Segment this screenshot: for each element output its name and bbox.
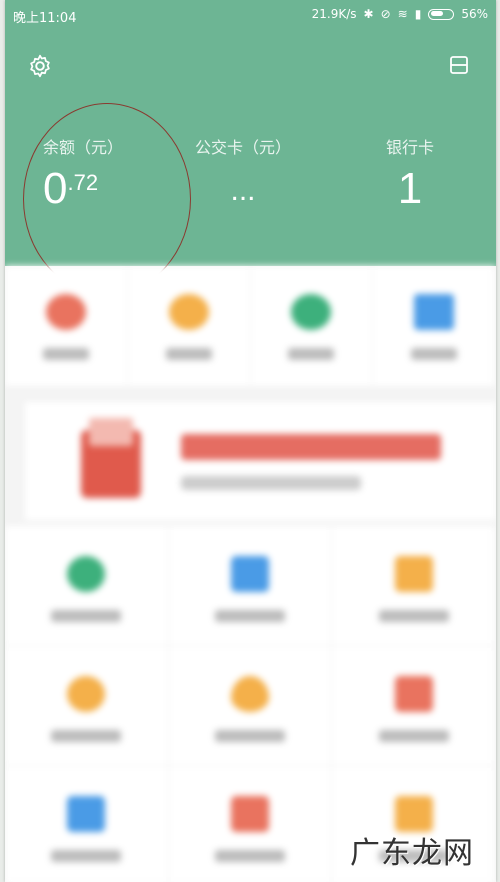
service-item-7[interactable]: [169, 766, 333, 882]
bus-card-value: ...: [230, 174, 256, 207]
service-label-blurred: [214, 730, 285, 742]
card-icon[interactable]: [448, 54, 470, 76]
blue-square-icon: [230, 556, 269, 592]
service-item-1[interactable]: [168, 526, 333, 646]
service-label-blurred: [214, 610, 285, 622]
red-square-icon: [394, 676, 433, 712]
service-label-blurred: [214, 850, 285, 862]
service-item-3[interactable]: [5, 646, 169, 766]
battery-percent: 56%: [461, 7, 488, 21]
service-item-2[interactable]: [332, 526, 496, 646]
orange-circle-icon: [67, 676, 106, 712]
green-circle-icon: [291, 294, 332, 330]
status-bar: 晚上11:04 21.9K/s ✱ ⊘ ≋ ▮ 56%: [5, 0, 496, 30]
red-square-icon: [230, 796, 269, 832]
service-label-blurred: [51, 730, 122, 742]
banner-title-blurred: [181, 434, 441, 460]
drop-icon: [230, 676, 269, 712]
service-label-blurred: [378, 730, 449, 742]
phone-icon: [67, 556, 106, 592]
quick-action-label-blurred: [288, 348, 335, 360]
orange-circle-icon: [168, 294, 209, 330]
blue-square-icon: [67, 796, 106, 832]
alarm-off-icon: ⊘: [380, 7, 391, 21]
service-label-blurred: [378, 610, 449, 622]
quick-action-1[interactable]: [128, 266, 251, 386]
battery-icon: [428, 8, 455, 20]
service-item-0[interactable]: [5, 526, 169, 646]
quick-actions: [5, 266, 496, 386]
promo-banner[interactable]: [25, 402, 496, 520]
bank-card-value: 1: [397, 164, 423, 213]
status-icons: 21.9K/s ✱ ⊘ ≋ ▮ 56%: [312, 7, 488, 21]
blue-card-icon: [414, 294, 455, 330]
service-item-6[interactable]: [5, 766, 169, 882]
red-envelope-icon: [81, 418, 141, 498]
status-time: 晚上11:04: [13, 11, 77, 26]
signal-icon: ▮: [414, 7, 422, 21]
bus-card-label: 公交卡（元）: [194, 138, 291, 157]
orange-square-icon: [394, 796, 433, 832]
service-label-blurred: [51, 610, 122, 622]
quick-action-2[interactable]: [251, 266, 374, 386]
orange-square-icon: [394, 556, 433, 592]
wallet-header: 余额（元） 0.72 公交卡（元） ... 银行卡 1: [5, 30, 496, 295]
bus-card-stat[interactable]: 公交卡（元） ...: [193, 134, 293, 208]
bank-card-stat[interactable]: 银行卡 1: [375, 134, 445, 214]
quick-action-label-blurred: [42, 348, 89, 360]
blurred-content: [5, 266, 496, 882]
service-item-4[interactable]: [168, 646, 333, 766]
service-label-blurred: [51, 850, 122, 862]
quick-action-3[interactable]: [373, 266, 496, 386]
red-circle-icon: [45, 294, 86, 330]
quick-action-0[interactable]: [5, 266, 128, 386]
header-title-blurred: [5, 54, 496, 74]
quick-action-label-blurred: [411, 348, 458, 360]
banner-subtitle-blurred: [181, 476, 361, 490]
watermark: 广东龙网: [350, 836, 474, 871]
network-speed: 21.9K/s: [311, 7, 357, 21]
wifi-icon: ≋: [397, 7, 408, 21]
service-item-5[interactable]: [332, 646, 496, 766]
phone-screen: 晚上11:04 21.9K/s ✱ ⊘ ≋ ▮ 56% 余额（元） 0.72 公…: [5, 0, 496, 882]
bank-card-label: 银行卡: [385, 138, 434, 157]
quick-action-label-blurred: [165, 348, 212, 360]
bluetooth-icon: ✱: [363, 7, 374, 21]
